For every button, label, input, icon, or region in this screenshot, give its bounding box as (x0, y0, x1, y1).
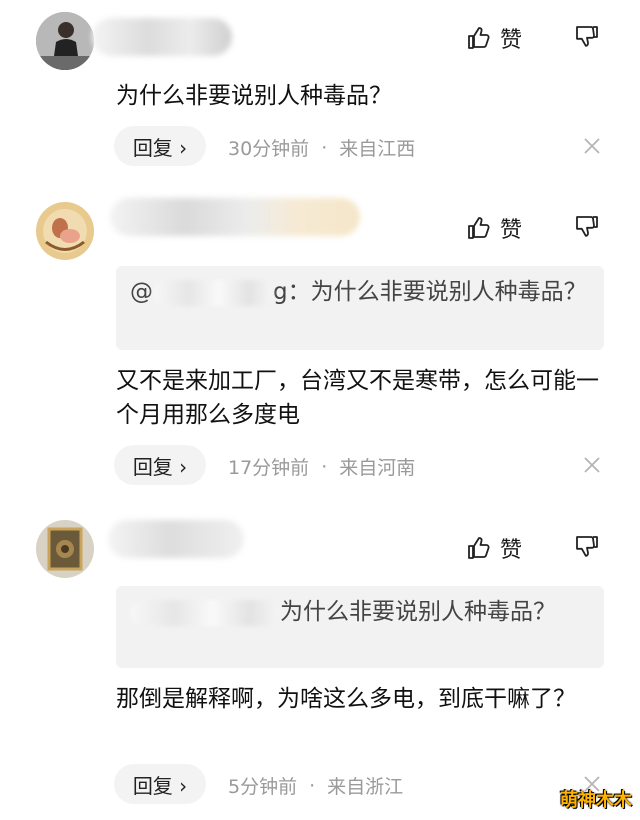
close-icon[interactable] (580, 134, 604, 158)
timestamp: 5分钟前 (228, 776, 298, 798)
avatar-photo-icon (36, 12, 94, 70)
dislike-button[interactable] (574, 534, 600, 560)
like-button[interactable]: 赞 (466, 22, 522, 54)
location: 来自浙江 (327, 776, 404, 798)
avatar-frame-icon (36, 520, 94, 578)
mention-username-redacted (153, 279, 273, 306)
quoted-reply: @ g：为什么非要说别人种毒品？ (116, 266, 604, 350)
username-redacted (108, 520, 244, 558)
reply-button[interactable]: 回复 › (114, 445, 206, 485)
avatar[interactable] (36, 520, 94, 578)
quoted-reply: 为什么非要说别人种毒品？ (116, 586, 604, 668)
reply-button[interactable]: 回复 › (114, 126, 206, 166)
meta-separator: · (321, 136, 328, 159)
dislike-button[interactable] (574, 24, 600, 50)
comment-meta: 17分钟前 · 来自河南 (228, 453, 415, 480)
like-label: 赞 (500, 538, 523, 563)
watermark: 萌神木木 (560, 790, 632, 811)
timestamp: 17分钟前 (228, 457, 310, 479)
like-button[interactable]: 赞 (466, 532, 522, 564)
comment-text: 那倒是解释啊，为啥这么多电，到底干嘛了？ (116, 686, 576, 712)
avatar[interactable] (36, 12, 94, 70)
dislike-button[interactable] (574, 214, 600, 240)
location: 来自江西 (339, 138, 416, 160)
avatar[interactable] (36, 202, 94, 260)
mention-prefix: @ (130, 279, 153, 305)
comment-item: 赞 @ g：为什么非要说别人种毒品？ 又不是来加工厂，台湾又不是寒带，怎么可能一个… (0, 188, 640, 498)
like-label: 赞 (500, 218, 523, 243)
username-redacted (92, 18, 232, 56)
like-button[interactable]: 赞 (466, 212, 522, 244)
comment-item: 赞 为什么非要说别人种毒品？ 回复 › 30分钟前 · 来自江西 (0, 0, 640, 180)
like-label: 赞 (500, 28, 523, 53)
thumbs-down-icon (576, 536, 598, 557)
quoted-text: 为什么非要说别人种毒品？ (280, 599, 556, 625)
close-icon[interactable] (580, 453, 604, 477)
meta-separator: · (309, 774, 316, 797)
comment-meta: 5分钟前 · 来自浙江 (228, 772, 403, 799)
comment-text: 又不是来加工厂，台湾又不是寒带，怎么可能一个月用那么多度电 (116, 368, 599, 428)
thumbs-down-icon (576, 216, 598, 237)
thumbs-up-icon (468, 217, 490, 239)
thumbs-up-icon (468, 537, 490, 559)
avatar-art-icon (36, 202, 94, 260)
thumbs-up-icon (468, 27, 490, 49)
meta-separator: · (321, 455, 328, 478)
comment-meta: 30分钟前 · 来自江西 (228, 134, 415, 161)
reply-button[interactable]: 回复 › (114, 764, 206, 804)
quoted-text: g：为什么非要说别人种毒品？ (273, 279, 587, 305)
location: 来自河南 (339, 457, 416, 479)
thumbs-down-icon (576, 26, 598, 47)
comment-item: 赞 为什么非要说别人种毒品？ 那倒是解释啊，为啥这么多电，到底干嘛了？ 回复 ›… (0, 508, 640, 820)
username-redacted (110, 198, 360, 236)
timestamp: 30分钟前 (228, 138, 310, 160)
comment-text: 为什么非要说别人种毒品？ (116, 83, 392, 109)
mention-username-redacted (130, 599, 280, 626)
